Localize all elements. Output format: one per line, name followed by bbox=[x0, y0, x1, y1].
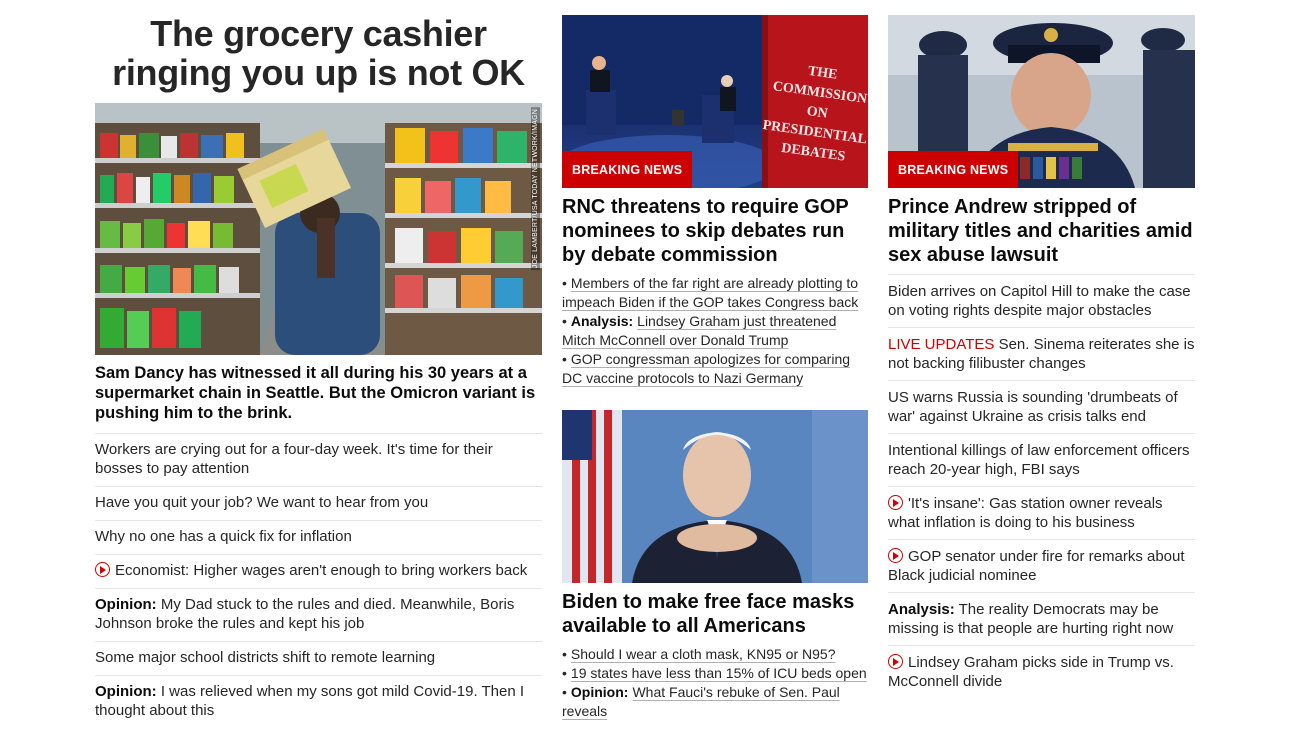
bullet-dot-icon: • bbox=[562, 351, 567, 367]
lead-related-link[interactable]: Opinion: My Dad stuck to the rules and d… bbox=[95, 596, 514, 632]
live-updates-label: LIVE UPDATES bbox=[888, 336, 995, 353]
bullet-dot-icon: • bbox=[562, 275, 567, 291]
link-text: My Dad stuck to the rules and died. Mean… bbox=[95, 596, 515, 632]
lead-headline[interactable]: The grocery cashier ringing you up is no… bbox=[95, 14, 542, 92]
rnc-related-links: • Members of the far right are already pl… bbox=[562, 274, 868, 388]
link-text: 'It's insane': Gas station owner reveals… bbox=[888, 495, 1163, 531]
link-text: Intentional killings of law enforcement … bbox=[888, 442, 1190, 478]
lead-image-grocery-store[interactable]: JOE LAMBERT/USA TODAY NETWORK/IMAGN bbox=[95, 103, 542, 355]
link-text: Some major school districts shift to rem… bbox=[95, 649, 436, 666]
link-text: Have you quit your job? We want to hear … bbox=[95, 494, 429, 511]
rnc-related-link[interactable]: Members of the far right are already plo… bbox=[562, 275, 858, 310]
lead-related-link[interactable]: Some major school districts shift to rem… bbox=[95, 649, 435, 666]
right-related-link[interactable]: US warns Russia is sounding 'drumbeats o… bbox=[888, 389, 1178, 425]
right-related-item[interactable]: 'It's insane': Gas station owner reveals… bbox=[888, 486, 1195, 539]
video-play-icon bbox=[888, 495, 903, 510]
link-text: GOP senator under fire for remarks about… bbox=[888, 548, 1185, 584]
breaking-news-badge: BREAKING NEWS bbox=[562, 151, 693, 188]
lead-related-item[interactable]: Opinion: I was relieved when my sons got… bbox=[95, 675, 542, 728]
rnc-related-item: • Analysis: Lindsey Graham just threatened… bbox=[562, 312, 868, 350]
link-prefix-label: Opinion: bbox=[95, 683, 157, 700]
grocery-aisle-illustration bbox=[95, 103, 542, 355]
biden-image[interactable] bbox=[562, 410, 868, 583]
rnc-related-item: • GOP congressman apologizes for comparin… bbox=[562, 350, 868, 388]
right-related-link[interactable]: 'It's insane': Gas station owner reveals… bbox=[888, 495, 1163, 531]
right-related-item[interactable]: US warns Russia is sounding 'drumbeats o… bbox=[888, 380, 1195, 433]
lead-related-item[interactable]: Why no one has a quick fix for inflation bbox=[95, 520, 542, 554]
biden-related-item: • Opinion: What Fauci's rebuke of Sen. Pau… bbox=[562, 683, 868, 721]
prince-andrew-headline[interactable]: Prince Andrew stripped of military title… bbox=[888, 195, 1195, 267]
link-text: Lindsey Graham picks side in Trump vs. M… bbox=[888, 654, 1174, 690]
middle-column: THE COMMISSION ON PRESIDENTIAL DEBATES B… bbox=[562, 0, 868, 721]
right-related-link[interactable]: GOP senator under fire for remarks about… bbox=[888, 548, 1185, 584]
lead-related-links: Workers are crying out for a four-day we… bbox=[95, 433, 542, 728]
right-related-link[interactable]: LIVE UPDATES Sen. Sinema reiterates she … bbox=[888, 336, 1195, 372]
lead-related-item[interactable]: Have you quit your job? We want to hear … bbox=[95, 486, 542, 520]
link-text: Economist: Higher wages aren't enough to… bbox=[115, 562, 528, 579]
lead-summary[interactable]: Sam Dancy has witnessed it all during hi… bbox=[95, 363, 542, 423]
video-play-icon bbox=[888, 548, 903, 563]
lead-related-link[interactable]: Why no one has a quick fix for inflation bbox=[95, 528, 352, 545]
bullet-dot-icon: • bbox=[562, 665, 567, 681]
right-related-link[interactable]: Lindsey Graham picks side in Trump vs. M… bbox=[888, 654, 1174, 690]
link-prefix-label: Analysis: bbox=[888, 601, 955, 618]
right-related-item[interactable]: GOP senator under fire for remarks about… bbox=[888, 539, 1195, 592]
rnc-headline[interactable]: RNC threatens to require GOP nominees to… bbox=[562, 195, 868, 267]
biden-headline[interactable]: Biden to make free face masks available … bbox=[562, 590, 868, 638]
lead-related-link[interactable]: Opinion: I was relieved when my sons got… bbox=[95, 683, 524, 719]
link-text: Workers are crying out for a four-day we… bbox=[95, 441, 493, 477]
biden-related-link[interactable]: 19 states have less than 15% of ICU beds… bbox=[571, 665, 867, 681]
biden-related-item: • 19 states have less than 15% of ICU bed… bbox=[562, 664, 868, 683]
homepage-zone: The grocery cashier ringing you up is no… bbox=[0, 0, 1290, 741]
lead-related-item[interactable]: Opinion: My Dad stuck to the rules and d… bbox=[95, 588, 542, 641]
right-related-item[interactable]: Intentional killings of law enforcement … bbox=[888, 433, 1195, 486]
link-text: Biden arrives on Capitol Hill to make th… bbox=[888, 283, 1191, 319]
video-play-icon bbox=[95, 562, 110, 577]
lead-related-link[interactable]: Workers are crying out for a four-day we… bbox=[95, 441, 493, 477]
bullet-dot-icon: • bbox=[562, 684, 567, 700]
link-text: US warns Russia is sounding 'drumbeats o… bbox=[888, 389, 1178, 425]
lead-related-item[interactable]: Some major school districts shift to rem… bbox=[95, 641, 542, 675]
lead-related-item[interactable]: Workers are crying out for a four-day we… bbox=[95, 433, 542, 486]
lead-column: The grocery cashier ringing you up is no… bbox=[95, 0, 542, 728]
biden-related-item: • Should I wear a cloth mask, KN95 or N95… bbox=[562, 645, 868, 664]
right-related-item[interactable]: Analysis: The reality Democrats may be m… bbox=[888, 592, 1195, 645]
right-related-link[interactable]: Analysis: The reality Democrats may be m… bbox=[888, 601, 1173, 637]
biden-related-links: • Should I wear a cloth mask, KN95 or N95… bbox=[562, 645, 868, 721]
lead-related-link[interactable]: Have you quit your job? We want to hear … bbox=[95, 494, 428, 511]
right-column: BREAKING NEWS Prince Andrew stripped of … bbox=[888, 0, 1195, 698]
video-play-icon bbox=[888, 654, 903, 669]
bullet-prefix-label: Analysis: bbox=[570, 313, 634, 329]
photo-credit: JOE LAMBERT/USA TODAY NETWORK/IMAGN bbox=[531, 107, 540, 271]
bullet-dot-icon: • bbox=[562, 313, 567, 329]
link-text: Why no one has a quick fix for inflation bbox=[95, 528, 352, 545]
lead-related-item[interactable]: Economist: Higher wages aren't enough to… bbox=[95, 554, 542, 588]
biden-related-link[interactable]: Should I wear a cloth mask, KN95 or N95? bbox=[571, 646, 836, 662]
biden-podium-illustration bbox=[562, 410, 868, 583]
bullet-dot-icon: • bbox=[562, 646, 567, 662]
prince-andrew-image[interactable]: BREAKING NEWS bbox=[888, 15, 1195, 188]
link-prefix-label: Opinion: bbox=[95, 596, 157, 613]
right-related-link[interactable]: Biden arrives on Capitol Hill to make th… bbox=[888, 283, 1191, 319]
rnc-related-link[interactable]: GOP congressman apologizes for comparing… bbox=[562, 351, 850, 386]
breaking-news-badge: BREAKING NEWS bbox=[888, 151, 1019, 188]
right-related-links: Biden arrives on Capitol Hill to make th… bbox=[888, 274, 1195, 698]
link-text: I was relieved when my sons got mild Cov… bbox=[95, 683, 525, 719]
right-related-item[interactable]: Biden arrives on Capitol Hill to make th… bbox=[888, 274, 1195, 327]
right-related-item[interactable]: Lindsey Graham picks side in Trump vs. M… bbox=[888, 645, 1195, 698]
right-related-link[interactable]: Intentional killings of law enforcement … bbox=[888, 442, 1190, 478]
bullet-prefix-label: Opinion: bbox=[570, 684, 629, 700]
lead-related-link[interactable]: Economist: Higher wages aren't enough to… bbox=[95, 562, 527, 579]
right-related-item[interactable]: LIVE UPDATES Sen. Sinema reiterates she … bbox=[888, 327, 1195, 380]
rnc-related-item: • Members of the far right are already pl… bbox=[562, 274, 868, 312]
rnc-debate-image[interactable]: THE COMMISSION ON PRESIDENTIAL DEBATES B… bbox=[562, 15, 868, 188]
